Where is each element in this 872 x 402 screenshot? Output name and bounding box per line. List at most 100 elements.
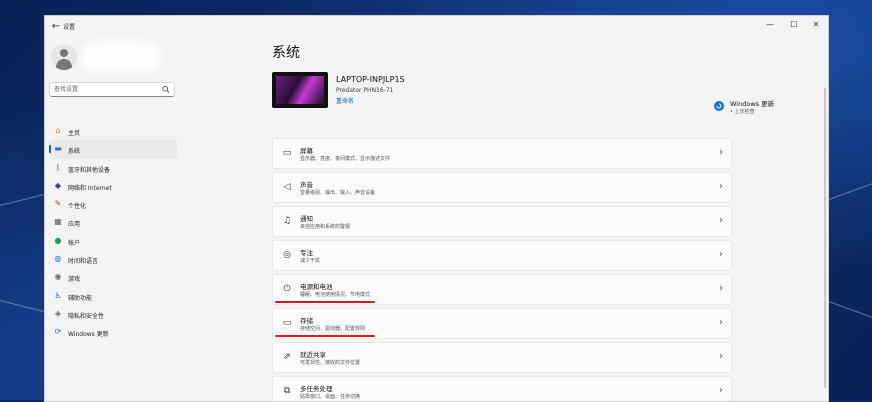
minimize-button[interactable]: — [760, 18, 780, 32]
wallpaper-line [825, 300, 872, 322]
row-subtitle: 存储空间、驱动器、配置规则 [300, 326, 366, 332]
chevron-right-icon: › [719, 215, 723, 226]
sidebar-item[interactable]: ◍ 时间和语言 [49, 250, 177, 268]
row-subtitle: 贴靠窗口、桌面、任务切换 [300, 394, 361, 400]
settings-row[interactable]: ⧉ 多任务处理 贴靠窗口、桌面、任务切换 › [272, 376, 732, 401]
settings-list: ▭ 屏幕 显示器、亮度、夜间模式、显示描述文件 › ◁ 声音 音量级别、输出、输入、声音设备… [272, 138, 732, 401]
settings-row[interactable]: ▭ 存储 存储空间、驱动器、配置规则 › [272, 308, 732, 339]
sidebar-item[interactable]: ♿ 辅助功能 [49, 287, 177, 305]
device-model: Predator PHN16-71 [336, 87, 394, 94]
shield-icon: ◈ [54, 308, 62, 318]
globe-clock-icon: ◍ [54, 254, 62, 264]
sidebar-item-label: 个性化 [68, 203, 87, 211]
network-icon: ◆ [54, 180, 62, 190]
settings-row[interactable]: ⏻ 电源和电池 睡眠、电池使用情况、节电模式 › [272, 274, 732, 305]
sidebar: ⌂ 主页 ▬ 系统 ᛒ 蓝牙和其他设备 ◆ 网络和 Internet ✎ 个性化 ▦ 应用 ● 帐户 ◍ 时间… [45, 38, 180, 401]
display-icon: ▬ [54, 144, 62, 154]
sidebar-item[interactable]: ⌂ 主页 [49, 122, 177, 140]
row-subtitle: 来自应用和系统的警报 [300, 224, 351, 230]
red-annotation-underline [275, 335, 375, 337]
settings-row[interactable]: ⇗ 就近共享 可发现性、接收的文件位置 › [272, 342, 732, 373]
chevron-right-icon: › [719, 147, 723, 158]
row-title: 多任务处理 [300, 385, 333, 393]
rename-link[interactable]: 重命名 [336, 96, 354, 105]
sidebar-item-label: 应用 [68, 221, 81, 229]
row-title: 专注 [300, 249, 313, 257]
back-arrow-icon[interactable]: ← [49, 20, 63, 34]
scrollbar[interactable] [824, 88, 826, 388]
sidebar-item[interactable]: ⟳ Windows 更新 [49, 323, 177, 341]
row-subtitle: 显示器、亮度、夜间模式、显示描述文件 [300, 156, 391, 162]
row-subtitle: 减少干扰 [300, 258, 321, 264]
row-title: 通知 [300, 215, 313, 223]
chevron-right-icon: › [719, 351, 723, 362]
storage-icon: ▭ [282, 318, 292, 328]
sidebar-item[interactable]: ● 帐户 [49, 232, 177, 250]
settings-row[interactable]: ◎ 专注 减少干扰 › [272, 240, 732, 271]
row-subtitle: 可发现性、接收的文件位置 [300, 360, 361, 366]
redacted-username [85, 46, 157, 68]
user-profile[interactable] [51, 44, 171, 72]
chevron-right-icon: › [719, 283, 723, 294]
brush-icon: ✎ [54, 199, 62, 209]
bluetooth-icon: ᛒ [55, 162, 61, 172]
sidebar-nav: ⌂ 主页 ▬ 系统 ᛒ 蓝牙和其他设备 ◆ 网络和 Internet ✎ 个性化 ▦ 应用 ● 帐户 ◍ 时间… [45, 122, 177, 342]
search-box[interactable] [49, 82, 175, 97]
device-card: LAPTOP-INPJLP1S Predator PHN16-71 重命名 [272, 72, 672, 110]
power-icon: ⏻ [283, 284, 291, 294]
monitor-icon: ▭ [282, 148, 292, 158]
device-name: LAPTOP-INPJLP1S [336, 75, 405, 84]
wallpaper-line [826, 179, 872, 201]
windows-update-title: Windows 更新 [730, 100, 775, 108]
focus-icon: ◎ [283, 250, 291, 260]
sidebar-item-label: 主页 [68, 130, 81, 137]
sidebar-item[interactable]: ◆ 网络和 Internet [49, 177, 177, 195]
windows-update-subtitle: • 上次检查 [730, 109, 755, 115]
maximize-button[interactable]: ☐ [784, 18, 804, 32]
main-content: 系统 LAPTOP-INPJLP1S Predator PHN16-71 重命名… [180, 38, 828, 401]
chevron-right-icon: › [719, 181, 723, 192]
share-icon: ⇗ [283, 352, 291, 362]
settings-row[interactable]: ◁ 声音 音量级别、输出、输入、声音设备 › [272, 172, 732, 203]
device-image [272, 72, 328, 108]
sidebar-item[interactable]: ᛒ 蓝牙和其他设备 [49, 159, 177, 177]
speaker-icon: ◁ [283, 182, 291, 192]
row-title: 电源和电池 [300, 283, 333, 291]
sidebar-item-label: 辅助功能 [68, 294, 93, 302]
home-icon: ⌂ [55, 126, 61, 135]
row-subtitle: 睡眠、电池使用情况、节电模式 [300, 292, 371, 298]
close-button[interactable]: ✕ [806, 18, 826, 32]
avatar [51, 44, 77, 70]
sidebar-item[interactable]: ▦ 应用 [49, 213, 177, 231]
page-title: 系统 [272, 45, 300, 61]
multitask-icon: ⧉ [283, 386, 291, 396]
windows-update-icon: ⟳ [54, 327, 62, 337]
game-icon: ◉ [54, 272, 62, 282]
sidebar-item-label: 隐私和安全性 [68, 312, 105, 320]
red-annotation-underline [275, 301, 375, 303]
sidebar-item-label: 时间和语言 [68, 258, 99, 266]
row-title: 存储 [300, 317, 313, 325]
row-title: 屏幕 [300, 147, 313, 155]
sidebar-item[interactable]: ◉ 游戏 [49, 268, 177, 286]
apps-icon: ▦ [54, 217, 62, 227]
row-title: 就近共享 [300, 351, 326, 359]
sidebar-item[interactable]: ▬ 系统 [49, 140, 177, 159]
search-input[interactable] [54, 83, 154, 96]
sidebar-item[interactable]: ✎ 个性化 [49, 195, 177, 213]
accessibility-icon: ♿ [54, 290, 62, 300]
settings-row[interactable]: ▭ 屏幕 显示器、亮度、夜间模式、显示描述文件 › [272, 138, 732, 169]
windows-update-status[interactable]: Windows 更新 • 上次检查 [714, 98, 814, 120]
chevron-right-icon: › [719, 249, 723, 260]
account-icon: ● [54, 235, 62, 245]
chevron-right-icon: › [719, 317, 723, 328]
sidebar-item-label: 系统 [68, 148, 81, 156]
search-icon[interactable] [162, 85, 170, 94]
settings-row[interactable]: ♫ 通知 来自应用和系统的警报 › [272, 206, 732, 237]
sidebar-item-label: 蓝牙和其他设备 [68, 166, 111, 174]
settings-window: ← 设置 — ☐ ✕ ⌂ 主页 ▬ 系统 ᛒ 蓝牙和其他设备 ◆ 网络和 Internet ✎ 个… [44, 15, 829, 402]
window-title: 设置 [63, 24, 76, 31]
sidebar-item-label: Windows 更新 [68, 331, 109, 339]
sidebar-item[interactable]: ◈ 隐私和安全性 [49, 305, 177, 323]
windows-update-icon [714, 101, 724, 111]
